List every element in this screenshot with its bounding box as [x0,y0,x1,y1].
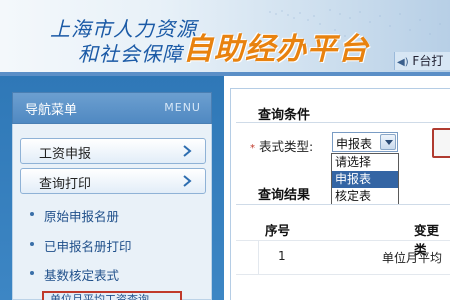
divider [236,122,450,123]
table-row-separator [236,240,450,241]
table-column-line [258,240,259,274]
header-brand: 自助经办平台 [183,32,369,67]
bullet-icon [30,271,34,275]
sound-label: F台打 [412,54,444,68]
sound-toggle[interactable]: ◀) F台打 [394,52,450,70]
table-row-separator [236,274,450,275]
sidebar-button-salary-declare[interactable]: 工资申报 [20,138,206,164]
form-type-select-value: 申报表 [336,137,373,151]
divider [236,204,450,205]
chevron-right-icon [183,145,192,157]
speaker-icon: ◀) [397,57,409,68]
query-button[interactable] [432,128,450,158]
sidebar-subitem-avg-salary-query[interactable]: 单位月平均工资查询 [20,288,206,300]
required-mark: * [250,143,255,154]
sidebar-subitem-base-forms[interactable]: 基数核定表式 [20,261,206,285]
dropdown-option[interactable]: 请选择 [332,154,398,171]
bullet-icon [30,212,34,216]
header-title-line2: 和社会保障 [78,42,183,66]
sidebar-subitem-label: 已申报名册打印 [44,239,132,254]
bullet-icon [30,242,34,246]
nav-title: 导航菜单 [25,103,78,118]
sidebar-button-query-print[interactable]: 查询打印 [20,168,206,194]
sidebar-subitem-label: 基数核定表式 [44,268,120,283]
app-header: 上海市人力资源 和社会保障 自助经办平台 ◀) F台打 [0,0,450,76]
form-type-dropdown[interactable]: 请选择 申报表 核定表 [331,153,399,205]
sidebar-button-label: 工资申报 [39,147,92,162]
chevron-right-icon [183,175,192,187]
dropdown-option-selected[interactable]: 申报表 [332,171,398,188]
result-section-title: 查询结果 [258,188,311,203]
nav-header: 导航菜单 MENU [12,92,212,124]
dropdown-option[interactable]: 核定表 [332,188,398,205]
sidebar-subitem-original-roster[interactable]: 原始申报名册 [20,202,206,226]
sidebar-subitem-label: 原始申报名册 [44,209,120,224]
nav-menu-label: MENU [164,101,201,114]
form-type-label-text: 表式类型: [259,139,314,154]
sidebar-button-label: 查询打印 [39,177,92,192]
query-section-title: 查询条件 [258,108,311,123]
sidebar-subitem-print-roster[interactable]: 已申报名册打印 [20,232,206,256]
form-type-select[interactable]: 申报表 [332,132,398,152]
sidebar-subitem-label: 单位月平均工资查询 [50,293,149,300]
table-cell-index: 1 [278,249,286,263]
table-header-index: 序号 [265,223,291,238]
form-type-label: * 表式类型: [250,136,313,155]
table-cell-change-type: 单位月平均 [382,251,443,265]
chevron-down-icon[interactable] [380,134,396,150]
